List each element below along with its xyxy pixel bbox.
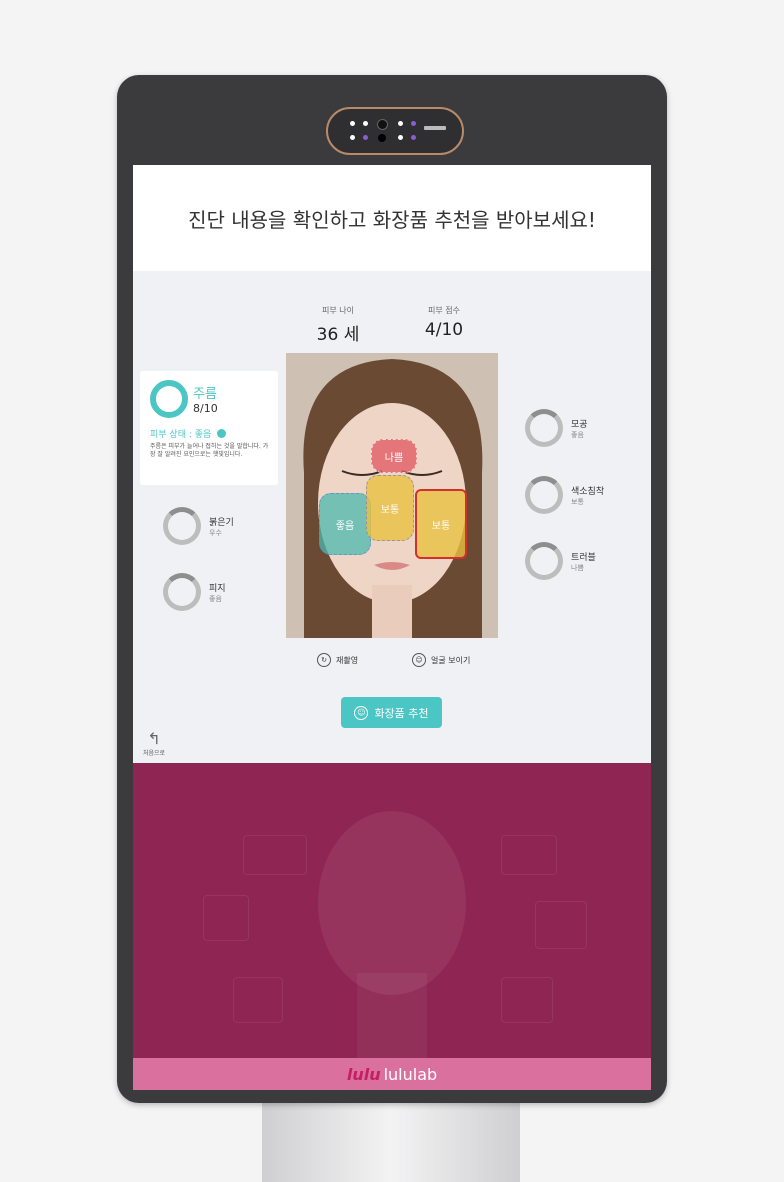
retake-label: 재촬영	[336, 655, 359, 665]
skin-age-label: 피부 나이	[322, 306, 354, 315]
back-button[interactable]: ↰ 처음으로	[143, 729, 165, 757]
back-label: 처음으로	[143, 750, 166, 757]
metric-state: 좋음	[571, 431, 584, 439]
kiosk-stand	[262, 1100, 520, 1182]
sebum-ring	[163, 573, 201, 611]
wrinkle-detail-card[interactable]: 주름 8/10 피부 상태 : 좋음 주름은 피부가 늘어나 접히는 것을 말합…	[140, 371, 278, 485]
page-title: 진단 내용을 확인하고 화장품 추천을 받아보세요!	[188, 207, 596, 232]
lululab-heart-icon: lulu	[346, 1064, 381, 1084]
status-good-icon	[217, 429, 227, 438]
brand-footer: lulu lululab	[133, 1058, 651, 1090]
skin-age-value: 36 세	[316, 325, 360, 345]
left-cheek-zone[interactable]: 좋음	[319, 493, 371, 555]
back-arrow-icon: ↰	[147, 729, 161, 748]
metric-state: 나쁨	[571, 564, 584, 572]
skin-score-label: 피부 점수	[428, 306, 460, 315]
skin-score-value: 4/10	[424, 320, 464, 340]
metric-name: 붉은기	[209, 518, 234, 528]
retake-icon: ↻	[317, 653, 331, 667]
kiosk-screen: 진단 내용을 확인하고 화장품 추천을 받아보세요! 피부 나이 36 세 피부…	[133, 165, 651, 1090]
show-face-label: 얼굴 보이기	[431, 655, 471, 665]
forehead-zone[interactable]: 나쁨	[371, 439, 417, 473]
skin-status-label: 피부 상태 : 좋음	[150, 430, 212, 440]
wrinkle-title: 주름	[193, 387, 217, 402]
recommend-cosmetics-button[interactable]: ☺ 화장품 추천	[341, 697, 442, 728]
metric-name: 색소침착	[571, 487, 605, 497]
lower-display-panel	[133, 763, 651, 1058]
wrinkle-description: 주름은 피부가 늘어나 접히는 것을 말합니다. 가장 잘 알려진 요인으로는 …	[150, 443, 269, 458]
trouble-ring	[525, 542, 563, 580]
wrinkle-score-ring	[150, 380, 188, 418]
metric-state: 보통	[571, 498, 584, 506]
right-cheek-zone[interactable]: 보통	[415, 489, 467, 559]
kiosk-device: 진단 내용을 확인하고 화장품 추천을 받아보세요! 피부 나이 36 세 피부…	[117, 75, 667, 1103]
metric-name: 피지	[209, 584, 226, 594]
face-photo: 나쁨 좋음 보통 보통	[286, 353, 498, 638]
metric-name: 모공	[571, 420, 588, 430]
redness-ring	[163, 507, 201, 545]
pores-ring	[525, 409, 563, 447]
nose-zone[interactable]: 보통	[366, 475, 414, 541]
pigmentation-ring	[525, 476, 563, 514]
show-face-button[interactable]: ☺ 얼굴 보이기	[412, 653, 470, 667]
metric-name: 트러블	[571, 553, 596, 563]
camera-module	[326, 107, 464, 155]
diagnosis-panel: 피부 나이 36 세 피부 점수 4/10 나쁨 좋음 보통 보통 주름 8/1…	[133, 271, 651, 763]
retake-button[interactable]: ↻ 재촬영	[317, 653, 358, 667]
skin-score-stat: 피부 점수 4/10	[399, 305, 489, 340]
metric-state: 좋음	[209, 595, 222, 603]
brand-name: lululab	[383, 1064, 438, 1084]
skin-age-stat: 피부 나이 36 세	[293, 305, 383, 345]
wrinkle-score: 8/10	[193, 402, 218, 415]
lululab-logo: lulu lululab	[347, 1065, 437, 1084]
recommend-label: 화장품 추천	[374, 706, 429, 720]
metric-state: 우수	[209, 529, 222, 537]
faded-face-illustration-icon	[318, 811, 466, 1058]
face-icon: ☺	[412, 653, 426, 667]
cosmetics-icon: ☺	[354, 705, 369, 720]
